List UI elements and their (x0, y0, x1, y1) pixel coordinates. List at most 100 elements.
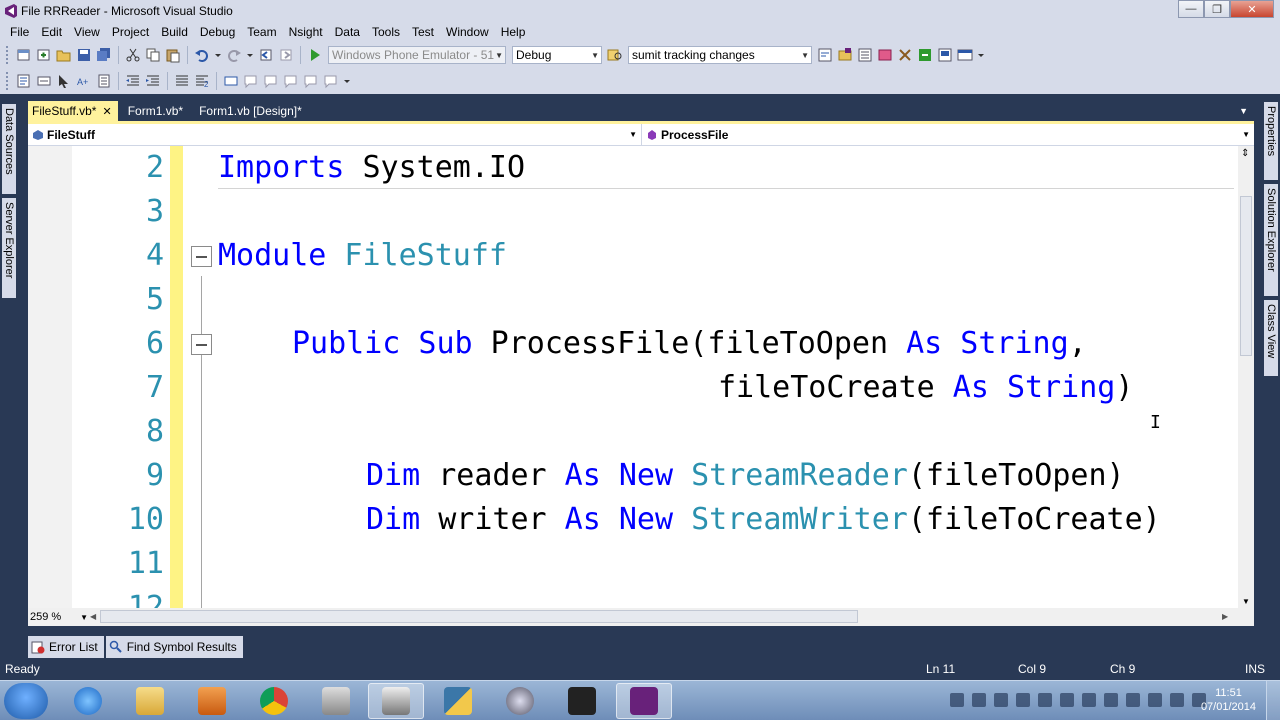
previous-bookmark-in-folder-icon[interactable] (283, 73, 299, 89)
tab-form1-design[interactable]: Form1.vb [Design]* (195, 101, 308, 121)
tray-icon[interactable] (994, 693, 1008, 707)
display-object-member-list-icon[interactable] (16, 73, 32, 89)
paste-icon[interactable] (165, 47, 181, 63)
tray-icon[interactable] (1082, 693, 1096, 707)
active-files-dropdown-icon[interactable]: ▼ (1239, 106, 1248, 116)
next-bookmark-in-folder-icon[interactable] (303, 73, 319, 89)
toolbar-grip[interactable] (6, 46, 10, 64)
solution-explorer-tab[interactable]: Solution Explorer (1264, 184, 1278, 296)
save-all-icon[interactable] (96, 47, 112, 63)
tray-icon[interactable] (1038, 693, 1052, 707)
menu-build[interactable]: Build (155, 25, 194, 39)
tray-icon[interactable] (972, 693, 986, 707)
member-combo[interactable]: ProcessFile ▼ (642, 124, 1254, 145)
navigate-forward-icon[interactable] (278, 47, 294, 63)
split-handle-icon[interactable]: ⇕ (1241, 148, 1249, 159)
find-combo[interactable]: sumit tracking changes ▼ (628, 46, 812, 64)
horizontal-scrollbar-thumb[interactable] (100, 610, 858, 623)
device-combo[interactable]: Windows Phone Emulator - 51 ▼ (328, 46, 506, 64)
type-combo[interactable]: FileStuff ▼ (28, 124, 642, 145)
team-explorer-icon[interactable] (937, 47, 953, 63)
menu-file[interactable]: File (4, 25, 35, 39)
unity-icon[interactable] (554, 683, 610, 719)
server-explorer-tab[interactable]: Server Explorer (2, 198, 16, 298)
tray-icon[interactable] (1016, 693, 1030, 707)
visual-studio-taskbar-icon[interactable] (616, 683, 672, 719)
open-file-icon[interactable] (56, 47, 72, 63)
scroll-down-icon[interactable]: ▼ (1242, 597, 1250, 606)
menu-test[interactable]: Test (406, 25, 440, 39)
next-bookmark-icon[interactable] (263, 73, 279, 89)
tray-icon[interactable] (1148, 693, 1162, 707)
menu-window[interactable]: Window (440, 25, 495, 39)
tool-app-icon[interactable] (308, 683, 364, 719)
menu-tools[interactable]: Tools (366, 25, 406, 39)
increase-indent-icon[interactable] (145, 73, 161, 89)
media-player-icon[interactable] (184, 683, 240, 719)
uncomment-lines-icon[interactable]: 2 (194, 73, 210, 89)
show-desktop-button[interactable] (1266, 681, 1280, 720)
class-view-tab[interactable]: Class View (1264, 300, 1278, 376)
menu-debug[interactable]: Debug (194, 25, 241, 39)
screen-capture-icon[interactable] (368, 683, 424, 719)
menu-data[interactable]: Data (329, 25, 366, 39)
new-project-icon[interactable] (16, 47, 32, 63)
tray-icon[interactable] (950, 693, 964, 707)
copy-icon[interactable] (145, 47, 161, 63)
start-button-icon[interactable] (4, 683, 48, 719)
find-symbol-results-tab[interactable]: Find Symbol Results (105, 636, 243, 658)
file-explorer-icon[interactable] (122, 683, 178, 719)
tray-icon[interactable] (1126, 693, 1140, 707)
redo-dropdown-icon[interactable] (246, 47, 254, 63)
toggle-bookmark-icon[interactable] (223, 73, 239, 89)
toolbar-overflow-icon[interactable] (977, 47, 985, 63)
decrease-indent-icon[interactable] (125, 73, 141, 89)
previous-bookmark-icon[interactable] (243, 73, 259, 89)
error-list-tab[interactable]: Error List (28, 636, 104, 658)
network-icon[interactable] (1170, 693, 1184, 707)
menu-project[interactable]: Project (106, 25, 155, 39)
navigate-backward-icon[interactable] (258, 47, 274, 63)
cut-icon[interactable] (125, 47, 141, 63)
parameter-info-icon[interactable] (36, 73, 52, 89)
code-editor[interactable]: 2 Imports System.IO 3 4 Module FileStuff… (28, 146, 1238, 608)
collapse-module-icon[interactable] (191, 246, 212, 267)
vertical-scrollbar[interactable]: ⇕ ▼ (1238, 146, 1254, 608)
find-in-files-icon[interactable] (607, 47, 623, 63)
undo-icon[interactable] (194, 47, 210, 63)
start-debugging-icon[interactable] (307, 47, 323, 63)
scroll-right-icon[interactable]: ▶ (1222, 612, 1228, 621)
solution-explorer-icon[interactable] (837, 47, 853, 63)
toggle-bookmark-list-icon[interactable] (96, 73, 112, 89)
clear-bookmarks-icon[interactable] (323, 73, 339, 89)
blender-icon[interactable] (492, 683, 548, 719)
scrollbar-thumb[interactable] (1240, 196, 1252, 356)
menu-view[interactable]: View (68, 25, 106, 39)
menu-nsight[interactable]: Nsight (283, 25, 329, 39)
toolbar-overflow-icon[interactable] (343, 73, 351, 89)
tray-icon[interactable] (1060, 693, 1074, 707)
redo-icon[interactable] (226, 47, 242, 63)
undo-dropdown-icon[interactable] (214, 47, 222, 63)
scroll-left-icon[interactable]: ◀ (90, 612, 96, 621)
menu-edit[interactable]: Edit (35, 25, 68, 39)
toolbox-icon[interactable] (897, 47, 913, 63)
zoom-combo[interactable]: 259 % ▼ (28, 609, 88, 625)
save-icon[interactable] (76, 47, 92, 63)
tray-icon[interactable] (1104, 693, 1118, 707)
complete-word-icon[interactable]: A+ (76, 73, 92, 89)
window-layout-icon[interactable] (957, 47, 973, 63)
add-item-icon[interactable] (36, 47, 52, 63)
python-icon[interactable] (430, 683, 486, 719)
close-button[interactable]: ✕ (1230, 0, 1274, 18)
minimize-button[interactable]: — (1178, 0, 1204, 18)
configuration-combo[interactable]: Debug ▼ (512, 46, 602, 64)
internet-explorer-icon[interactable] (60, 683, 116, 719)
quick-info-icon[interactable] (56, 73, 72, 89)
menu-team[interactable]: Team (241, 25, 282, 39)
collapse-sub-icon[interactable] (191, 334, 212, 355)
tab-filestuff-vb[interactable]: FileStuff.vb* ✕ (28, 101, 118, 121)
close-tab-icon[interactable]: ✕ (102, 105, 111, 118)
properties-tab[interactable]: Properties (1264, 102, 1278, 180)
find-symbol-icon[interactable] (817, 47, 833, 63)
